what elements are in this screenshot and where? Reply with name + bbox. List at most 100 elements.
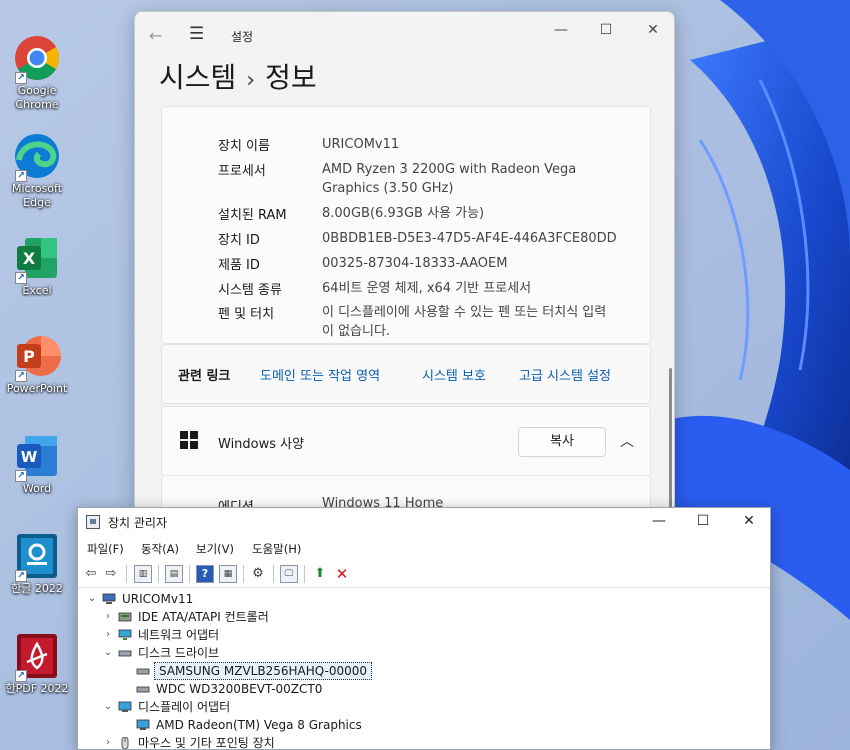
device-manager-title: 장치 관리자 [108, 516, 168, 530]
back-arrow-icon[interactable]: ← [149, 26, 162, 45]
hangul-icon: ↗ [13, 532, 61, 582]
settings-window: ← ☰ 설정 — ☐ ✕ 시스템 › 정보 장치 이름 URICOMv11 프로세서… [134, 11, 675, 511]
spec-key: 펜 및 터치 [218, 307, 275, 322]
menu-action[interactable]: 동작(A) [141, 541, 179, 557]
spec-value: 64비트 운영 체제, x64 기반 프로세서 [322, 281, 532, 296]
update-driver-icon[interactable]: ⚙ [249, 565, 267, 583]
close-icon[interactable]: ✕ [641, 22, 665, 38]
page-title: 시스템 › 정보 [159, 56, 317, 96]
expand-toggle-icon[interactable]: ⌄ [102, 644, 114, 662]
breadcrumb-parent[interactable]: 시스템 [159, 61, 236, 94]
windows-logo-icon [180, 431, 198, 449]
properties-icon[interactable]: ▤ [165, 565, 183, 583]
tree-node-label: SAMSUNG MZVLB256HAHQ-00000 [154, 662, 373, 680]
menu-file[interactable]: 파일(F) [87, 541, 124, 557]
enable-device-icon[interactable]: ⬆ [311, 565, 329, 583]
spec-key: 시스템 종류 [218, 283, 282, 298]
action-pane-icon[interactable]: ▦ [219, 565, 237, 583]
expand-toggle-icon[interactable]: › [102, 626, 114, 644]
excel-icon: X ↗ [13, 234, 61, 284]
spec-value: 이 디스플레이에 사용할 수 있는 펜 또는 터치식 입력이 없습니다. [322, 305, 607, 339]
disk-drive-icon [118, 650, 132, 657]
tree-node-label: 디스플레이 어댑터 [138, 700, 231, 714]
back-icon[interactable]: ⇦ [82, 565, 100, 583]
desktop-icon-edge[interactable]: ↗ Microsoft Edge [4, 132, 70, 210]
breadcrumb-separator: › [246, 68, 256, 93]
show-hide-console-tree-icon[interactable]: ▥ [134, 565, 152, 583]
mouse-icon [121, 737, 129, 749]
edge-icon: ↗ [13, 132, 61, 182]
disk-icon [136, 686, 150, 693]
settings-scrollbar[interactable] [669, 368, 672, 508]
desktop-icon-chrome[interactable]: ↗ Google Chrome [4, 34, 70, 112]
network-adapter-icon [118, 629, 132, 640]
computer-icon [102, 593, 116, 604]
tree-node-label: URICOMv11 [122, 592, 194, 606]
expand-toggle-icon[interactable]: › [102, 734, 114, 750]
spec-value: AMD Ryzen 3 2200G with Radeon Vega Graph… [322, 162, 577, 196]
desktop-icon-word[interactable]: W ↗ Word [4, 432, 70, 496]
display-icon [136, 719, 150, 730]
windows-spec-card[interactable]: Windows 사양 복사 ︿ [161, 406, 651, 476]
desktop-icon-label: 한글 2022 [11, 582, 63, 595]
hanpdf-icon: ↗ [13, 632, 61, 682]
link-domain-workgroup[interactable]: 도메인 또는 작업 영역 [260, 365, 380, 384]
desktop-icon-hanpdf[interactable]: ↗ 한PDF 2022 [4, 632, 70, 696]
forward-icon[interactable]: ⇨ [102, 565, 120, 583]
expand-toggle-icon[interactable]: ⌄ [102, 698, 114, 716]
breadcrumb-current: 정보 [265, 61, 317, 94]
spec-key: 설치된 RAM [218, 208, 287, 223]
uninstall-device-icon[interactable]: ✕ [333, 565, 351, 583]
device-spec-card: 장치 이름 URICOMv11 프로세서 AMD Ryzen 3 2200G w… [161, 106, 651, 344]
tree-node-label: IDE ATA/ATAPI 컨트롤러 [138, 610, 269, 624]
toolbar-divider [304, 565, 305, 583]
spec-value: 8.00GB(6.93GB 사용 가능) [322, 206, 485, 221]
maximize-icon[interactable]: ☐ [691, 513, 715, 529]
expand-toggle-icon[interactable]: ⌄ [86, 590, 98, 608]
copy-button[interactable]: 복사 [518, 427, 606, 457]
toolbar-divider [126, 565, 127, 583]
menu-icon[interactable]: ☰ [189, 24, 204, 44]
powerpoint-icon: P ↗ [13, 332, 61, 382]
menu-help[interactable]: 도움말(H) [252, 541, 301, 557]
maximize-icon[interactable]: ☐ [594, 22, 618, 38]
link-advanced-system-settings[interactable]: 고급 시스템 설정 [519, 365, 611, 384]
desktop-icon-powerpoint[interactable]: P ↗ PowerPoint [4, 332, 70, 396]
svg-text:X: X [23, 249, 36, 268]
menu-view[interactable]: 보기(V) [196, 541, 234, 557]
tree-node-label: 디스크 드라이브 [138, 646, 220, 660]
help-icon[interactable]: ? [196, 565, 214, 583]
spec-value: 0BBDB1EB-D5E3-47D5-AF4E-446A3FCE80DD [322, 231, 617, 246]
desktop-icon-label: Word [22, 482, 52, 495]
chevron-up-icon[interactable]: ︿ [620, 431, 634, 451]
link-system-protection[interactable]: 시스템 보호 [422, 365, 486, 384]
device-manager-titlebar: 장치 관리자 — ☐ ✕ [78, 508, 770, 536]
spec-key: 제품 ID [218, 258, 260, 273]
spec-key: 프로세서 [218, 164, 266, 179]
chrome-icon: ↗ [13, 34, 61, 84]
desktop-icon-hangul[interactable]: ↗ 한글 2022 [4, 532, 70, 596]
tree-node-label: WDC WD3200BEVT-00ZCT0 [156, 682, 323, 696]
spec-key: 장치 ID [218, 233, 260, 248]
close-icon[interactable]: ✕ [737, 513, 761, 529]
toolbar-divider [243, 565, 244, 583]
toolbar-divider [273, 565, 274, 583]
settings-app-title: 설정 [231, 30, 254, 44]
related-links-label: 관련 링크 [178, 369, 231, 384]
minimize-icon[interactable]: — [549, 22, 573, 38]
related-links-card: 관련 링크 도메인 또는 작업 영역 시스템 보호 고급 시스템 설정 [161, 344, 651, 404]
toolbar-divider [189, 565, 190, 583]
spec-value: 00325-87304-18333-AAOEM [322, 256, 508, 271]
expand-toggle-icon[interactable]: › [102, 608, 114, 626]
windows-spec-title: Windows 사양 [218, 437, 305, 452]
settings-titlebar: ← ☰ 설정 — ☐ ✕ [135, 12, 674, 56]
menu-bar: 파일(F) 동작(A) 보기(V) 도움말(H) [78, 536, 770, 560]
desktop-icon-excel[interactable]: X ↗ Excel [4, 234, 70, 298]
scan-hardware-icon[interactable]: 🖵 [280, 565, 298, 583]
minimize-icon[interactable]: — [647, 513, 671, 529]
device-manager-icon [86, 515, 100, 529]
spec-value: URICOMv11 [322, 137, 400, 152]
desktop-icon-label: Excel [22, 284, 52, 297]
toolbar: ⇦ ⇨ ▥ ▤ ? ▦ ⚙ 🖵 ⬆ ✕ [78, 560, 770, 588]
device-tree: ⌄ URICOMv11 › IDE ATA/ATAPI 컨트롤러 › 네트워크 … [78, 590, 770, 750]
